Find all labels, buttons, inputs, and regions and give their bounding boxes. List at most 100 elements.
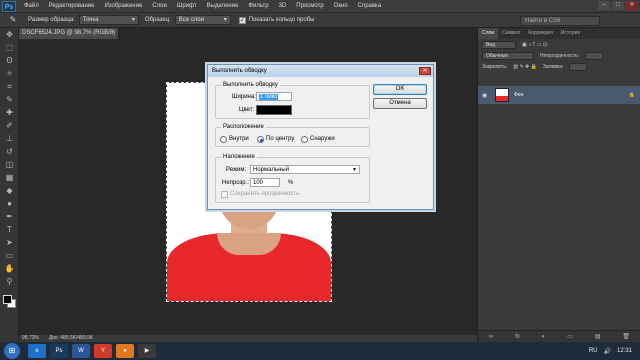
window-controls: – □ ✕ [598,1,638,10]
zoom-tool-icon[interactable]: ⚲ [2,276,17,288]
shape-tool-icon[interactable]: ▭ [2,250,17,262]
mode-select[interactable]: Нормальный ▼ [250,165,360,174]
layer-mask-icon[interactable]: ▭ [567,333,573,340]
adjustment-layer-icon[interactable]: ◐ [542,334,546,340]
zoom-level[interactable]: 98,73% [22,335,39,342]
sample-size-value: Точка [82,16,99,23]
type-tool-icon[interactable]: T [2,224,17,236]
radio-outside-label[interactable]: Снаружи [310,135,335,143]
tab-character[interactable]: Символ [498,28,524,39]
quick-select-tool-icon[interactable]: ✧ [2,68,17,80]
menu-layer[interactable]: Слои [147,0,172,12]
menu-window[interactable]: Окно [329,0,353,12]
taskbar-ie-icon[interactable]: e [28,344,46,358]
taskbar-chrome-icon[interactable]: ● [116,344,134,358]
menu-file[interactable]: Файл [19,0,44,12]
pen-tool-icon[interactable]: ✒ [2,211,17,223]
preserve-transparency-checkbox[interactable] [221,191,228,198]
stroke-color-swatch[interactable] [256,105,292,115]
menu-image[interactable]: Изображение [99,0,147,12]
doc-size: Док: 489,5K/489,5K [48,335,94,341]
filter-icons[interactable]: ▣ ◑ T ▭ ⊡ [522,42,547,48]
layer-style-icon[interactable]: fx [515,334,520,340]
dialog-title: Выполнить обводку [208,65,433,77]
gradient-tool-icon[interactable]: ▦ [2,172,17,184]
clock[interactable]: 12:31 [617,348,632,354]
taskbar-yandex-icon[interactable]: Y [94,344,112,358]
close-icon[interactable]: × [111,28,115,39]
close-app-button[interactable]: ✕ [626,1,638,10]
layers-panel: Слои Символ Коррекция История Вид ▣ ◑ T … [477,28,640,342]
healing-brush-icon[interactable]: ✚ [2,107,17,119]
trash-icon[interactable]: 🗑 [622,333,630,340]
blur-tool-icon[interactable]: ◆ [2,185,17,197]
width-value: 1 пикс [259,94,279,100]
menu-filter[interactable]: Фильтр [243,0,273,12]
start-button[interactable]: ⊞ [4,343,20,359]
menu-3d[interactable]: 3D [274,0,292,12]
search-input[interactable]: Найти в CS6 [520,16,600,26]
document-tab[interactable]: DSCF6524.JPG @ 98,7% (RGB/8) × [19,28,119,39]
tab-adjustments[interactable]: Коррекция [524,28,557,39]
opacity-field[interactable] [585,51,604,60]
menu-type[interactable]: Шрифт [172,0,202,12]
dodge-tool-icon[interactable]: ● [2,198,17,210]
width-label: Ширина: [232,94,256,100]
move-tool-icon[interactable]: ✥ [2,29,17,41]
menu-view[interactable]: Просмотр [291,0,328,12]
link-layers-icon[interactable]: ∞ [489,334,493,340]
minimize-button[interactable]: – [598,1,610,10]
dialog-close-button[interactable]: ✕ [419,67,431,75]
eyedropper-tool-icon[interactable]: ✎ [4,14,22,26]
stamp-tool-icon[interactable]: ⊥ [2,133,17,145]
fill-field[interactable] [569,62,588,71]
layer-thumbnail [495,88,509,102]
new-layer-icon[interactable]: ▤ [595,333,601,340]
hand-tool-icon[interactable]: ✋ [2,263,17,275]
eraser-tool-icon[interactable]: ◫ [2,159,17,171]
blend-mode-select[interactable]: Обычные [482,51,534,60]
menu-select[interactable]: Выделение [202,0,244,12]
lock-icons[interactable]: ▧ ✎ ✥ 🔒 [513,64,537,70]
sample-size-select[interactable]: Точка ▾ [78,15,139,25]
history-brush-icon[interactable]: ↺ [2,146,17,158]
ok-button[interactable]: OK [373,84,427,95]
eyedropper-icon[interactable]: ✎ [2,94,17,106]
menu-edit[interactable]: Редактирование [44,0,100,12]
path-select-icon[interactable]: ➤ [2,237,17,249]
taskbar-media-icon[interactable]: ▶ [138,344,156,358]
sample-select[interactable]: Все слои ▾ [174,15,231,25]
lasso-tool-icon[interactable]: ʘ [2,55,17,67]
taskbar-photoshop-icon[interactable]: Ps [50,344,68,358]
maximize-button[interactable]: □ [612,1,624,10]
menu-help[interactable]: Справка [353,0,387,12]
preserve-transparency-label: Сохранить прозрачность [230,191,300,197]
language-indicator[interactable]: RU [589,348,598,354]
volume-icon[interactable]: 🔊 [604,348,611,355]
tab-history[interactable]: История [557,28,584,39]
lock-icon: 🔒 [628,92,635,98]
layer-filter-select[interactable]: Вид [482,40,516,49]
opacity-input[interactable]: 100 [250,178,280,187]
foreground-color-swatch[interactable] [3,295,12,304]
width-input[interactable]: 1 пикс [256,92,292,101]
layer-row-background[interactable]: ◉ Фон 🔒 [478,86,640,104]
marquee-tool-icon[interactable]: ⬚ [2,42,17,54]
crop-tool-icon[interactable]: ⌗ [2,81,17,93]
eye-icon[interactable]: ◉ [482,92,490,99]
opacity-label: Непрозр.: [222,180,249,186]
taskbar-word-icon[interactable]: W [72,344,90,358]
radio-outside[interactable] [301,136,308,143]
blend-row: Обычные Непрозрачность: [478,50,640,61]
lock-row: Закрепить: ▧ ✎ ✥ 🔒 Заливка: [478,61,640,72]
layer-name: Фон [514,92,524,98]
radio-center-label[interactable]: По центру [266,135,294,143]
radio-inside[interactable] [220,136,227,143]
brush-tool-icon[interactable]: ✐ [2,120,17,132]
tab-layers[interactable]: Слои [478,28,499,39]
cancel-button[interactable]: Отмена [373,98,427,109]
radio-inside-label[interactable]: Внутри [229,135,249,143]
sample-label: Образец: [144,17,171,23]
show-ring-checkbox[interactable]: ✓ [238,16,246,24]
radio-center[interactable] [257,136,264,143]
